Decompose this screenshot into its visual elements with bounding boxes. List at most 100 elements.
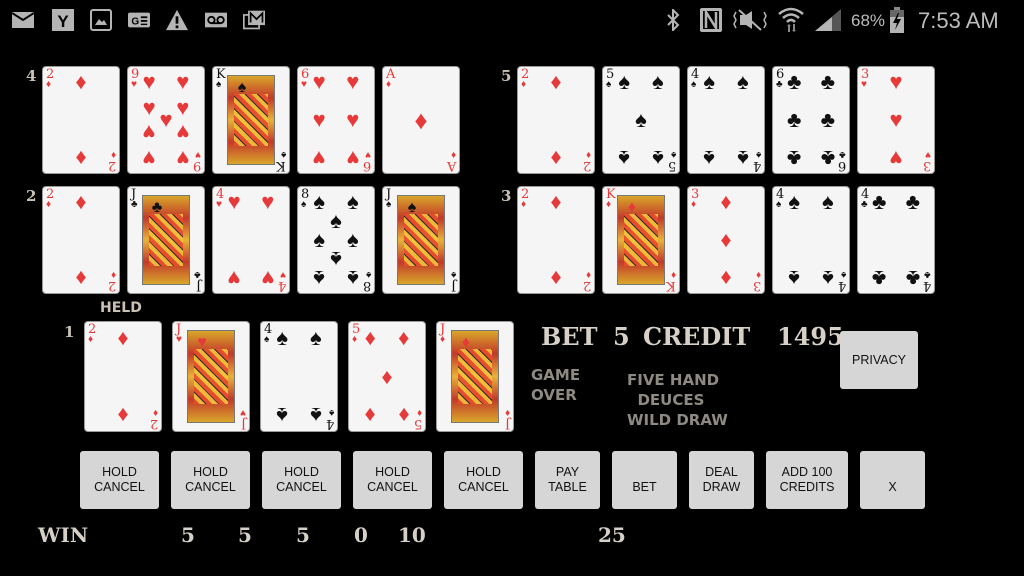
- vibrate-icon: [733, 9, 767, 31]
- card-4-of-spades[interactable]: 4 ♠ 4 ♠ ♠ ♠ ♠ ♠: [260, 321, 338, 432]
- spade-suit-icon: ♠: [670, 149, 676, 160]
- card-2-of-diamonds: 2 ♦ 2 ♦ ♦ ♦: [517, 186, 595, 294]
- card-5-of-spades: 5 ♠ 5 ♠ ♠ ♠ ♠ ♠ ♠: [602, 66, 680, 174]
- card-pips: ♠ ♠ ♠ ♠: [787, 191, 835, 291]
- heart-suit-icon: ♥: [861, 79, 867, 90]
- spade-pip-icon: ♠: [788, 265, 801, 291]
- heart-pip-icon: ♥: [312, 69, 326, 95]
- diamond-suit-icon: ♦: [352, 334, 358, 345]
- heart-suit-icon: ♥: [131, 79, 137, 90]
- spade-suit-icon: ♠: [755, 149, 761, 160]
- card-2-of-diamonds: 2 ♦ 2 ♦ ♦ ♦: [517, 66, 595, 174]
- svg-text:G: G: [131, 17, 139, 28]
- svg-text:Y: Y: [57, 12, 69, 31]
- exit-button[interactable]: X: [860, 451, 925, 509]
- email-icon: [12, 9, 34, 31]
- heart-pip-icon: ♥: [312, 107, 326, 132]
- card-5-of-diamonds[interactable]: 5 ♦ 5 ♦ ♦ ♦ ♦ ♦ ♦: [348, 321, 426, 432]
- card-rank: A: [446, 158, 456, 173]
- pay-table-button[interactable]: PAY TABLE: [535, 451, 600, 509]
- spade-pip-icon: ♠: [736, 69, 749, 95]
- heart-suit-icon: ♥: [195, 149, 201, 160]
- diamond-suit-icon: ♦: [606, 199, 612, 210]
- club-suit-icon: ♣: [131, 199, 138, 210]
- diamond-pip-icon: ♦: [75, 265, 87, 291]
- club-pip-icon: ♣: [786, 107, 802, 132]
- diamond-suit-icon: ♦: [504, 407, 510, 418]
- card-2-of-diamonds[interactable]: 2 ♦ 2 ♦ ♦ ♦: [84, 321, 162, 432]
- club-suit-icon: ♣: [151, 199, 163, 216]
- hold-cancel-button-2[interactable]: HOLD CANCEL: [171, 451, 250, 509]
- card-J-of-hearts[interactable]: J ♥ J ♥ ♥: [172, 321, 250, 432]
- card-J-of-clubs: J ♣ J ♣ ♣: [127, 186, 205, 294]
- heart-pip-icon: ♥: [346, 145, 360, 171]
- diamond-suit-icon: ♦: [386, 79, 392, 90]
- card-rank: K: [666, 278, 676, 293]
- hand-number: 1: [64, 323, 75, 341]
- face-card-art: ♥: [187, 330, 235, 423]
- bet-button[interactable]: BET: [612, 451, 677, 509]
- heart-suit-icon: ♥: [365, 149, 371, 160]
- club-pip-icon: ♣: [820, 107, 836, 132]
- hand-number: 5: [501, 67, 512, 85]
- card-pips: ♣ ♣ ♣ ♣: [872, 191, 920, 291]
- spade-pip-icon: ♠: [618, 69, 631, 95]
- spade-suit-icon: ♠: [328, 407, 334, 418]
- win-value-hand-2: 5: [238, 523, 252, 547]
- card-rank: 2: [582, 278, 591, 293]
- spade-pip-icon: ♠: [651, 69, 664, 95]
- win-value-hand-1: 5: [181, 523, 195, 547]
- diamond-suit-icon: ♦: [110, 269, 116, 280]
- diamond-pip-icon: ♦: [75, 189, 87, 215]
- diamond-suit-icon: ♦: [670, 269, 676, 280]
- credit-value: 1495: [777, 322, 844, 351]
- yahoo-icon: Y: [52, 9, 74, 31]
- diamond-suit-icon: ♦: [585, 269, 591, 280]
- card-pips: ♦ ♦ ♦: [702, 191, 750, 291]
- face-card-art: ♦: [617, 195, 665, 285]
- privacy-button[interactable]: PRIVACY: [840, 331, 918, 389]
- diamond-pip-icon: ♦: [720, 265, 732, 291]
- hold-cancel-button-5[interactable]: HOLD CANCEL: [444, 451, 523, 509]
- diamond-pip-icon: ♦: [550, 69, 562, 95]
- spade-pip-icon: ♠: [736, 145, 749, 171]
- face-card-pattern: [458, 349, 492, 404]
- card-pips: ♦ ♦: [532, 69, 580, 171]
- clock: 7:53 AM: [918, 8, 999, 33]
- card-pips: ♦ ♦ ♦ ♦ ♦: [363, 326, 411, 428]
- card-rank: 3: [752, 278, 761, 293]
- club-suit-icon: ♣: [839, 149, 846, 160]
- hold-cancel-button-1[interactable]: HOLD CANCEL: [80, 451, 159, 509]
- diamond-suit-icon: ♦: [521, 199, 527, 210]
- club-suit-icon: ♣: [194, 269, 201, 280]
- club-pip-icon: ♣: [871, 265, 887, 291]
- heart-pip-icon: ♥: [142, 145, 156, 171]
- card-rank: 3: [922, 158, 931, 173]
- diamond-suit-icon: ♦: [755, 269, 761, 280]
- card-pips: ♦: [397, 73, 445, 167]
- spade-pip-icon: ♠: [346, 265, 359, 291]
- face-card-art: ♠: [227, 75, 275, 165]
- heart-pip-icon: ♥: [889, 69, 903, 95]
- signal-icon: [815, 9, 841, 31]
- diamond-suit-icon: ♦: [152, 407, 158, 418]
- card-rank: J: [450, 278, 456, 293]
- diamond-pip-icon: ♦: [414, 105, 428, 135]
- diamond-suit-icon: ♦: [110, 149, 116, 160]
- hold-cancel-button-4[interactable]: HOLD CANCEL: [353, 451, 432, 509]
- card-K-of-diamonds: K ♦ K ♦ ♦: [602, 186, 680, 294]
- face-card-pattern: [234, 94, 268, 146]
- diamond-pip-icon: ♦: [364, 403, 376, 429]
- card-rank: 2: [107, 278, 116, 293]
- deal-draw-button[interactable]: DEAL DRAW: [689, 451, 754, 509]
- card-J-of-diamonds[interactable]: J ♦ J ♦ ♦: [436, 321, 514, 432]
- diamond-pip-icon: ♦: [550, 265, 562, 291]
- add-credits-button[interactable]: ADD 100 CREDITS: [766, 451, 848, 509]
- spade-pip-icon: ♠: [703, 69, 716, 95]
- hold-cancel-button-3[interactable]: HOLD CANCEL: [262, 451, 341, 509]
- diamond-pip-icon: ♦: [381, 363, 393, 389]
- spade-suit-icon: ♠: [407, 199, 417, 216]
- card-J-of-spades: J ♠ J ♠ ♠: [382, 186, 460, 294]
- win-value-hand-5: 10: [398, 523, 426, 547]
- hand-number: 2: [26, 187, 37, 205]
